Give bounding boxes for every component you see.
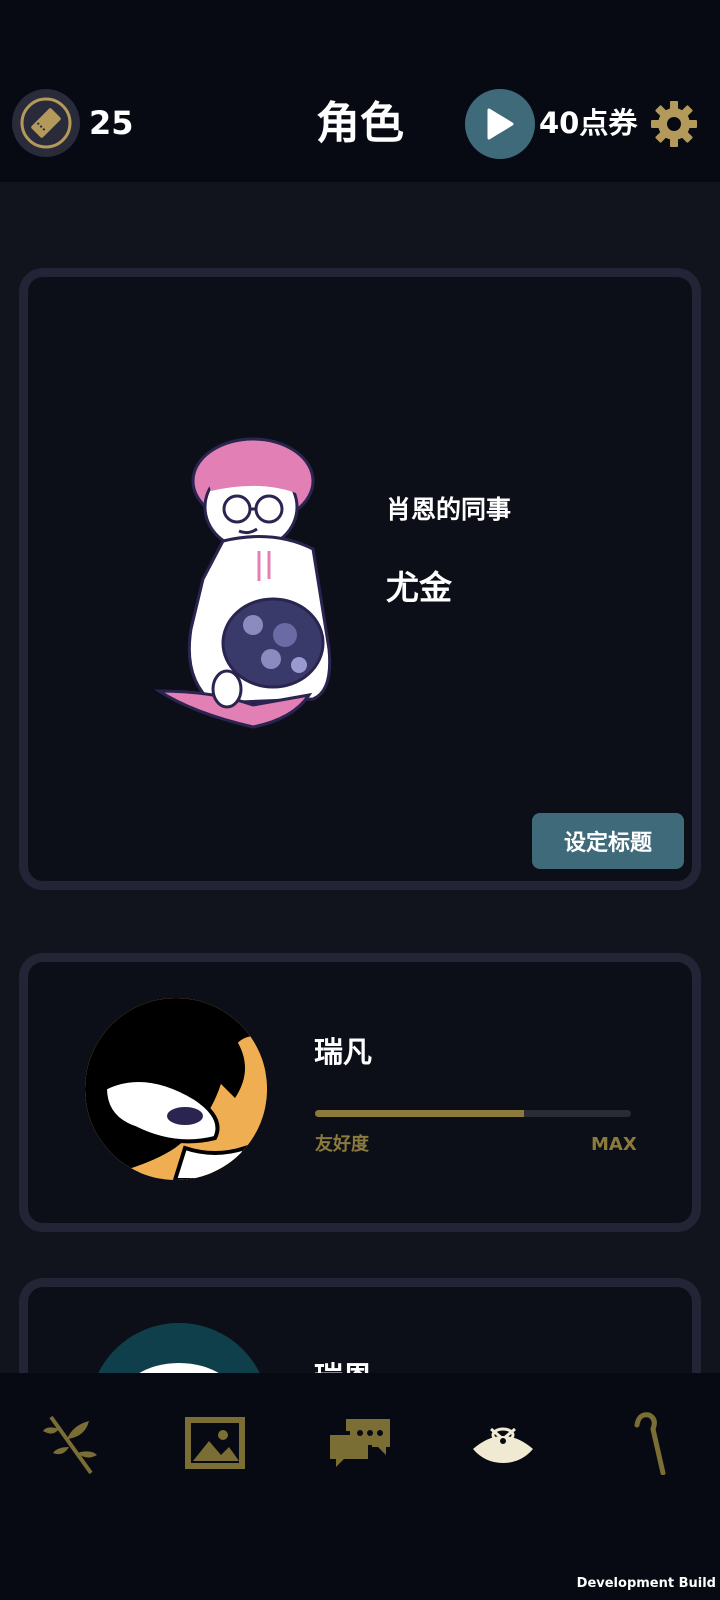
affinity-bar-fill xyxy=(315,1110,524,1117)
top-bar: 25 角色 40点券 xyxy=(0,0,720,182)
character-icon xyxy=(473,1427,533,1463)
character-name: 瑞凡 xyxy=(314,1035,373,1069)
nav-item-branch[interactable] xyxy=(31,1403,111,1483)
play-icon xyxy=(487,108,514,140)
affinity-label: 友好度 xyxy=(315,1134,369,1155)
nav-item-character[interactable] xyxy=(463,1403,543,1483)
character-portrait xyxy=(153,437,332,729)
nav-item-chat[interactable] xyxy=(320,1403,400,1483)
nav-item-cane[interactable] xyxy=(607,1403,687,1483)
character-name: 尤金 xyxy=(386,568,452,607)
dev-build-label: Development Build xyxy=(576,1576,716,1591)
gallery-icon xyxy=(185,1417,245,1469)
voucher-label: 40点券 xyxy=(539,106,638,140)
gear-icon[interactable] xyxy=(649,99,699,149)
character-subtitle: 肖恩的同事 xyxy=(386,495,512,524)
bottom-navigation: Development Build xyxy=(0,1373,720,1600)
branch-icon xyxy=(43,1415,97,1475)
affinity-bar xyxy=(315,1110,631,1117)
set-title-button[interactable]: 设定标题 xyxy=(532,813,684,869)
character-avatar xyxy=(85,998,267,1180)
affinity-max-label: MAX xyxy=(591,1134,637,1155)
cane-icon xyxy=(634,1412,666,1475)
featured-character-card[interactable]: 肖恩的同事 尤金 设定标题 xyxy=(19,268,701,890)
chat-icon xyxy=(330,1419,390,1467)
character-card-rui-fan[interactable]: 瑞凡 友好度 MAX xyxy=(19,953,701,1232)
watch-ad-button[interactable] xyxy=(465,89,535,159)
nav-item-gallery[interactable] xyxy=(175,1403,255,1483)
